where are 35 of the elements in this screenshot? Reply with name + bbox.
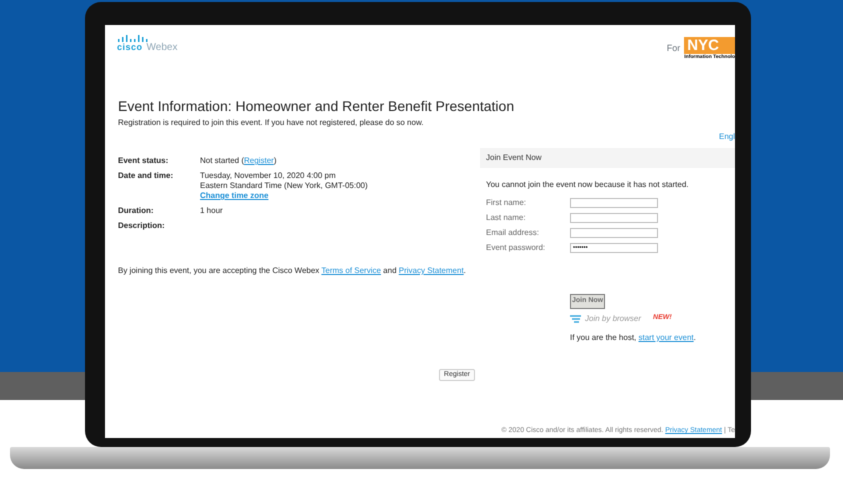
- link[interactable]: start your event: [638, 332, 694, 342]
- field-label: Event password:: [486, 243, 546, 254]
- panel-heading: Join Event Now: [480, 148, 735, 168]
- value-text: 1 hour: [200, 206, 223, 216]
- value-text: Not started (: [200, 156, 244, 166]
- value-text: Eastern Standard Time (New York, GMT-05:00): [200, 181, 368, 190]
- text-field[interactable]: [570, 228, 658, 238]
- field-label: First name:: [486, 198, 528, 208]
- notice-text: Registration is required to join this event. If you have not registered, please do so now.: [118, 118, 425, 128]
- link[interactable]: Privacy Statement: [398, 266, 464, 276]
- language-link[interactable]: Engl: [718, 132, 735, 142]
- field-label: Date and time:: [118, 171, 174, 182]
- field-label: Event status:: [118, 156, 170, 166]
- for-label: For: [666, 43, 680, 54]
- field-label: Email address:: [486, 228, 540, 238]
- text-field[interactable]: [570, 198, 658, 208]
- field-label: Duration:: [118, 206, 155, 216]
- terms-text: By joining this event, you are accepting the Cisco Webex Terms of Service and Privacy Statement.: [118, 266, 467, 276]
- value-text: ): [274, 156, 276, 166]
- webex-wordmark: Webex: [146, 42, 178, 54]
- field-label: Last name:: [486, 213, 527, 224]
- cisco-bars-icon: [117, 35, 149, 42]
- field-label: Description:: [118, 221, 166, 232]
- host-text: If you are the host, start your event.: [570, 332, 696, 343]
- cisco-wordmark: cisco: [117, 42, 143, 54]
- join-by-browser-link[interactable]: Join by browser: [585, 314, 642, 324]
- page-title: Event Information: Homeowner and Renter Benefit Presentation: [118, 98, 516, 116]
- text-field[interactable]: [570, 213, 658, 224]
- partner-logo: NYC: [684, 37, 735, 54]
- link[interactable]: Terms of Service: [321, 266, 381, 276]
- browser-lines-icon: [570, 314, 581, 323]
- change-time-zone-link[interactable]: Change time zone: [200, 191, 268, 200]
- link[interactable]: Register: [244, 156, 274, 166]
- value-text: Tuesday, November 10, 2020 4:00 pm: [200, 171, 336, 180]
- join-message: You cannot join the event now because it has not started.: [485, 179, 690, 192]
